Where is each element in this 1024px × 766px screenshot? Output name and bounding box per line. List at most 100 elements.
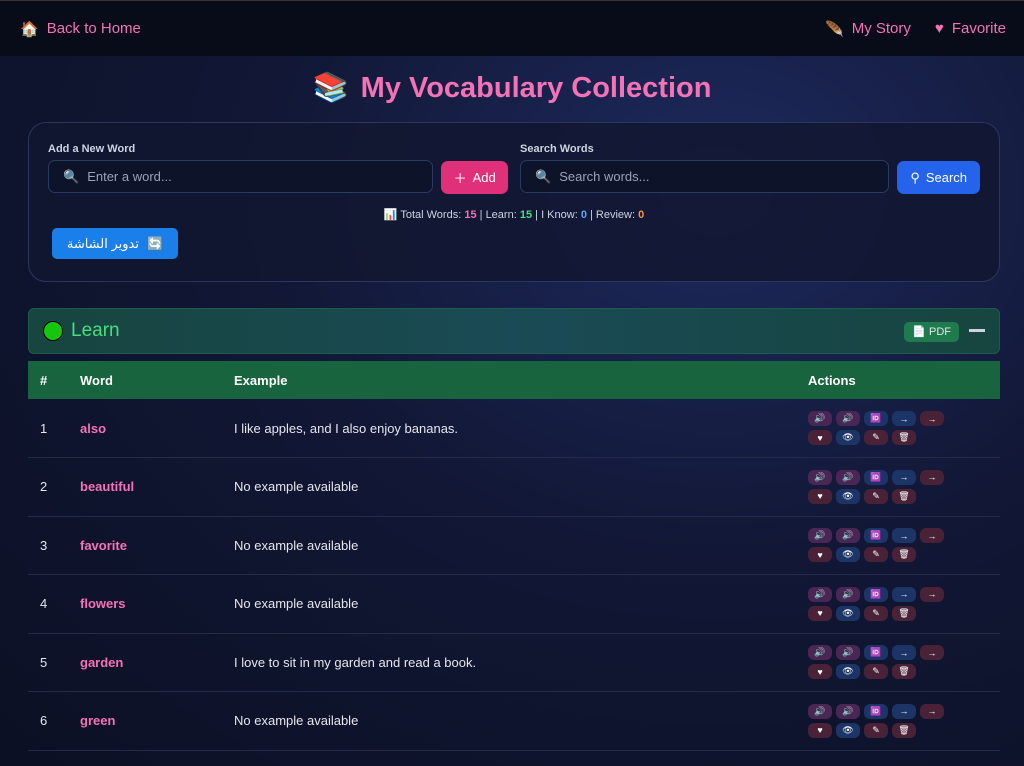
trash-icon: 🗑 (898, 607, 910, 618)
add-button[interactable]: ＋ Add (441, 161, 508, 194)
row-word[interactable]: flowers (66, 574, 234, 634)
speak-icon: 🔊 (814, 705, 826, 716)
speak-slow-button[interactable]: 🔊 (836, 645, 860, 661)
card-icon: 🆔 (870, 705, 882, 716)
my-story-link[interactable]: 🪶 My Story (825, 20, 911, 38)
row-example: No example available (234, 457, 808, 517)
move-review-button[interactable]: → (920, 528, 944, 544)
trash-button[interactable]: 🗑 (892, 488, 916, 504)
heart-button[interactable]: ♥ (808, 722, 832, 738)
trash-icon: 🗑 (898, 490, 910, 501)
heart-icon: ♥ (934, 20, 944, 37)
move-review-button[interactable]: → (920, 469, 944, 485)
rotate-screen-button[interactable]: تدوير الشاشة 🔄 (52, 228, 178, 259)
speak-button[interactable]: 🔊 (808, 645, 832, 661)
search-button[interactable]: ⚲ Search (897, 161, 980, 194)
eye-button[interactable]: 👁 (836, 430, 860, 445)
move-know-button[interactable]: → (892, 528, 916, 544)
speak-slow-button[interactable]: 🔊 (836, 586, 860, 602)
speak-button[interactable]: 🔊 (808, 528, 832, 544)
speak-slow-button[interactable]: 🔊 (836, 469, 860, 485)
back-home-link[interactable]: 🏠 Back to Home (20, 20, 141, 38)
search-input[interactable]: 🔍 Search words... (520, 160, 890, 193)
speak-slow-icon: 🔊 (842, 530, 854, 541)
heart-button[interactable]: ♥ (808, 430, 832, 445)
row-number: 1 (28, 399, 66, 458)
move-review-button[interactable]: → (920, 645, 944, 661)
plus-icon: ＋ (453, 171, 467, 186)
move-know-button[interactable]: → (892, 703, 916, 719)
card-icon: 🆔 (870, 530, 882, 541)
add-word-label: Add a New Word (48, 143, 136, 155)
card-button[interactable]: 🆔 (864, 411, 888, 426)
move-know-button[interactable]: → (892, 469, 916, 485)
row-example: No example available (234, 516, 808, 575)
eye-button[interactable]: 👁 (836, 664, 860, 680)
speak-button[interactable]: 🔊 (808, 586, 832, 602)
move-know-button[interactable]: → (892, 586, 916, 602)
row-word[interactable]: favorite (66, 516, 234, 575)
heart-button[interactable]: ♥ (808, 547, 832, 563)
eye-icon: 👁 (842, 490, 854, 501)
feather-icon: 🪶 (825, 20, 844, 38)
edit-button[interactable]: ✎ (864, 664, 888, 680)
card-button[interactable]: 🆔 (864, 645, 888, 661)
row-example: I like apples, and I also enjoy bananas. (234, 399, 808, 458)
pdf-button[interactable]: 📄 PDF (904, 322, 959, 342)
edit-button[interactable]: ✎ (864, 547, 888, 563)
card-icon: 🆔 (870, 647, 882, 658)
card-button[interactable]: 🆔 (864, 528, 888, 544)
edit-button[interactable]: ✎ (864, 722, 888, 738)
move-know-icon: → (899, 647, 909, 658)
row-word[interactable]: garden (66, 633, 234, 692)
heart-button[interactable]: ♥ (808, 664, 832, 680)
edit-button[interactable]: ✎ (864, 488, 888, 504)
trash-button[interactable]: 🗑 (892, 664, 916, 680)
trash-button[interactable]: 🗑 (892, 605, 916, 621)
speak-slow-button[interactable]: 🔊 (836, 411, 860, 426)
row-word[interactable]: green (66, 691, 234, 751)
favorite-link[interactable]: ♥ Favorite (935, 20, 1006, 38)
speak-slow-icon: 🔊 (842, 588, 854, 599)
card-button[interactable]: 🆔 (864, 586, 888, 602)
move-know-button[interactable]: → (892, 645, 916, 661)
speak-button[interactable]: 🔊 (808, 703, 832, 719)
eye-button[interactable]: 👁 (836, 488, 860, 504)
move-know-button[interactable]: → (892, 411, 916, 426)
row-number: 6 (28, 691, 66, 751)
heart-icon: ♥ (817, 608, 823, 619)
heart-button[interactable]: ♥ (808, 605, 832, 621)
move-review-button[interactable]: → (920, 411, 944, 426)
move-review-button[interactable]: → (920, 586, 944, 602)
eye-button[interactable]: 👁 (836, 547, 860, 563)
move-know-icon: → (899, 472, 909, 483)
heart-button[interactable]: ♥ (808, 488, 832, 504)
edit-button[interactable]: ✎ (864, 430, 888, 445)
card-icon: 🆔 (870, 588, 882, 599)
collapse-button[interactable] (969, 329, 985, 333)
edit-button[interactable]: ✎ (864, 605, 888, 621)
trash-button[interactable]: 🗑 (892, 722, 916, 738)
eye-button[interactable]: 👁 (836, 722, 860, 738)
trash-icon: 🗑 (898, 432, 910, 442)
speak-slow-button[interactable]: 🔊 (836, 703, 860, 719)
speak-icon: 🔊 (814, 647, 826, 658)
card-button[interactable]: 🆔 (864, 703, 888, 719)
speak-button[interactable]: 🔊 (808, 469, 832, 485)
row-word[interactable]: also (66, 399, 234, 458)
learn-section-header[interactable]: Learn 📄 PDF (28, 308, 1000, 354)
card-button[interactable]: 🆔 (864, 469, 888, 485)
speak-button[interactable]: 🔊 (808, 411, 832, 426)
speak-slow-button[interactable]: 🔊 (836, 528, 860, 544)
trash-icon: 🗑 (898, 724, 910, 735)
row-word[interactable]: beautiful (66, 457, 234, 517)
move-review-icon: → (927, 647, 937, 658)
trash-icon: 🗑 (898, 666, 910, 677)
trash-button[interactable]: 🗑 (892, 547, 916, 563)
eye-button[interactable]: 👁 (836, 605, 860, 621)
move-review-button[interactable]: → (920, 703, 944, 719)
add-word-input[interactable]: 🔍 Enter a word... (48, 160, 434, 193)
trash-button[interactable]: 🗑 (892, 430, 916, 445)
move-know-icon: → (899, 530, 909, 541)
move-review-icon: → (927, 530, 937, 541)
